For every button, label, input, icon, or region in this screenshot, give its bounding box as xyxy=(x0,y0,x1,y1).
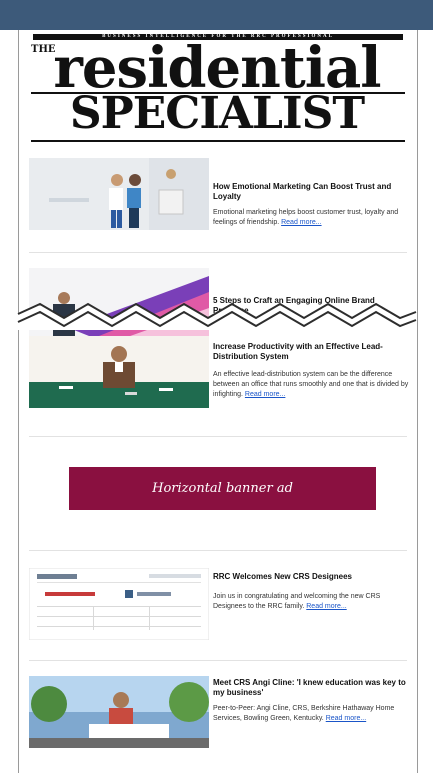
article-title[interactable]: How Emotional Marketing Can Boost Trust … xyxy=(213,182,409,202)
divider xyxy=(29,252,407,253)
article-summary: Peer-to-Peer: Angi Cline, CRS, Berkshire… xyxy=(213,704,409,724)
read-more-link[interactable]: Read more... xyxy=(281,219,321,226)
newsletter-card: BUSINESS INTELLIGENCE FOR THE RRC PROFES… xyxy=(18,30,418,773)
article-thumbnail xyxy=(29,568,209,640)
article-summary: Emotional marketing helps boost customer… xyxy=(213,208,409,228)
horizontal-banner-ad[interactable]: Horizontal banner ad xyxy=(69,467,376,510)
read-more-link[interactable]: Read more... xyxy=(245,391,285,398)
article-summary: Join us in congratulating and welcoming … xyxy=(213,592,409,612)
article-title[interactable]: Meet CRS Angi Cline: 'I knew education w… xyxy=(213,678,409,698)
article-title[interactable]: RRC Welcomes New CRS Designees xyxy=(213,572,409,582)
summary-text: Peer-to-Peer: Angi Cline, CRS, Berkshire… xyxy=(213,705,395,722)
logo-specialist: SPECIALIST xyxy=(69,88,365,139)
email-preview: BUSINESS INTELLIGENCE FOR THE RRC PROFES… xyxy=(0,0,433,773)
summary-text: An effective lead-distribution system ca… xyxy=(213,371,409,398)
top-bar xyxy=(0,0,433,30)
article-thumbnail xyxy=(29,158,209,230)
torn-edge xyxy=(17,302,417,330)
read-more-link[interactable]: Read more... xyxy=(306,603,346,610)
masthead-rule xyxy=(31,140,405,142)
read-more-link[interactable]: Read more... xyxy=(326,715,366,722)
masthead-rule xyxy=(31,92,405,94)
divider xyxy=(29,550,407,551)
divider xyxy=(29,660,407,661)
summary-text: Join us in congratulating and welcoming … xyxy=(213,593,381,610)
article-thumbnail xyxy=(29,336,209,408)
article-title[interactable]: Increase Productivity with an Effective … xyxy=(213,342,409,362)
article-summary: An effective lead-distribution system ca… xyxy=(213,370,409,400)
masthead: BUSINESS INTELLIGENCE FOR THE RRC PROFES… xyxy=(19,30,417,152)
article-thumbnail xyxy=(29,676,209,748)
divider xyxy=(29,436,407,437)
